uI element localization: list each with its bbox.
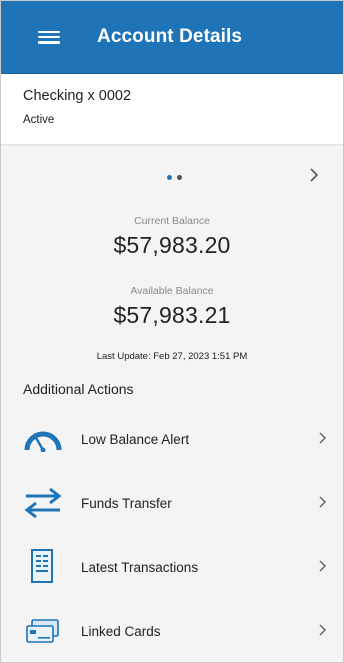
gauge-icon — [23, 419, 63, 459]
cards-icon — [23, 611, 63, 651]
action-label: Low Balance Alert — [81, 431, 190, 447]
app-header: Account Details — [1, 1, 343, 74]
carousel-dot[interactable] — [177, 175, 182, 180]
action-linked-cards[interactable]: Linked Cards — [1, 601, 343, 661]
available-balance-value: $57,983.21 — [113, 302, 231, 328]
section-title: Additional Actions — [23, 381, 134, 397]
chevron-right-icon — [319, 431, 327, 448]
last-update-text: Last Update: Feb 27, 2023 1:51 PM — [96, 351, 248, 362]
available-balance-label: Available Balance — [130, 285, 214, 297]
transfer-arrows-icon — [23, 483, 63, 523]
action-label: Latest Transactions — [81, 559, 199, 575]
hamburger-menu-icon[interactable] — [38, 30, 60, 44]
app-frame: Account Details Checking x 0002 Active C… — [0, 0, 344, 663]
page-title: Account Details — [97, 26, 243, 47]
chevron-right-icon[interactable] — [309, 168, 319, 186]
chevron-right-icon — [319, 623, 327, 640]
action-funds-transfer[interactable]: Funds Transfer — [1, 473, 343, 533]
carousel-dot-active[interactable] — [167, 175, 172, 180]
receipt-icon — [23, 547, 63, 587]
action-low-balance-alert[interactable]: Low Balance Alert — [1, 409, 343, 469]
account-status: Active — [23, 114, 55, 126]
current-balance-value: $57,983.20 — [113, 232, 231, 258]
account-summary: Checking x 0002 Active — [1, 74, 343, 146]
account-name: Checking x 0002 — [23, 88, 132, 104]
additional-actions-section: Additional Actions Low Balance Alert Fun… — [1, 373, 343, 662]
chevron-right-icon — [319, 559, 327, 576]
action-label: Linked Cards — [81, 623, 161, 639]
chevron-right-icon — [319, 495, 327, 512]
action-label: Funds Transfer — [81, 495, 172, 511]
current-balance-label: Current Balance — [134, 215, 210, 227]
action-latest-transactions[interactable]: Latest Transactions — [1, 537, 343, 597]
balance-carousel: Current Balance $57,983.20 Available Bal… — [1, 146, 343, 374]
carousel-pagination — [167, 175, 182, 180]
